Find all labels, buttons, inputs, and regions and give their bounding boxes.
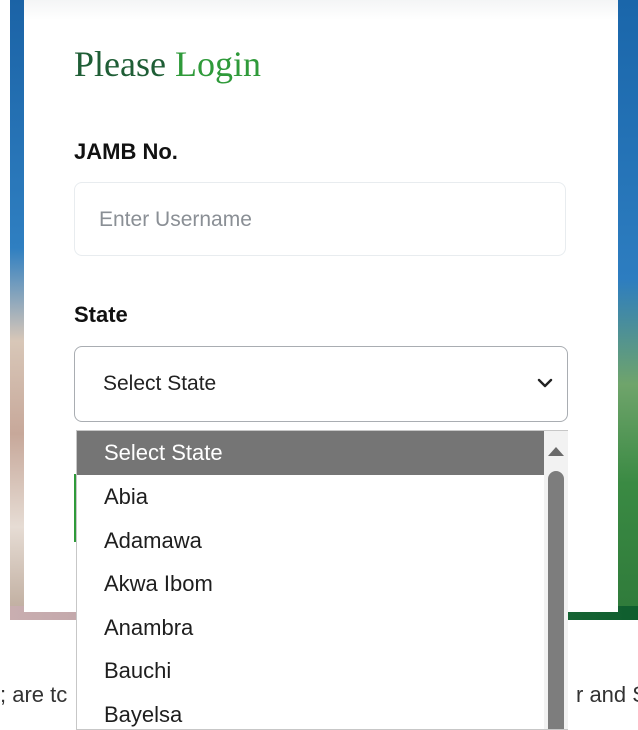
login-title-login: Login bbox=[174, 44, 261, 84]
login-title: Please Login bbox=[74, 43, 261, 85]
chevron-down-icon bbox=[537, 378, 553, 388]
state-option-akwa-ibom[interactable]: Akwa Ibom bbox=[77, 562, 545, 606]
state-select[interactable]: Select State bbox=[74, 346, 568, 422]
dropdown-scrollbar[interactable] bbox=[544, 431, 568, 729]
background-left-strip bbox=[10, 0, 24, 620]
footer-text-right-fragment: r and S bbox=[576, 682, 638, 707]
scrollbar-thumb[interactable] bbox=[548, 471, 564, 729]
state-label: State bbox=[74, 302, 128, 327]
jamb-number-field-wrapper bbox=[74, 182, 566, 257]
login-title-please: Please bbox=[74, 44, 166, 84]
state-option-anambra[interactable]: Anambra bbox=[77, 606, 545, 650]
state-option-select-state[interactable]: Select State bbox=[77, 431, 545, 475]
state-select-value: Select State bbox=[103, 372, 217, 395]
state-option-abia[interactable]: Abia bbox=[77, 475, 545, 519]
state-option-adamawa[interactable]: Adamawa bbox=[77, 519, 545, 563]
background-right-strip bbox=[618, 0, 638, 620]
scroll-up-arrow-icon[interactable] bbox=[548, 447, 564, 456]
jamb-number-label: JAMB No. bbox=[74, 139, 178, 164]
state-dropdown-list: Select State Abia Adamawa Akwa Ibom Anam… bbox=[76, 430, 568, 730]
state-option-bauchi[interactable]: Bauchi bbox=[77, 649, 545, 693]
footer-text-left-fragment: ; are tc bbox=[0, 682, 68, 707]
card-top-shade bbox=[24, 0, 618, 20]
state-option-bayelsa[interactable]: Bayelsa bbox=[77, 693, 545, 729]
jamb-number-input[interactable] bbox=[97, 183, 541, 257]
